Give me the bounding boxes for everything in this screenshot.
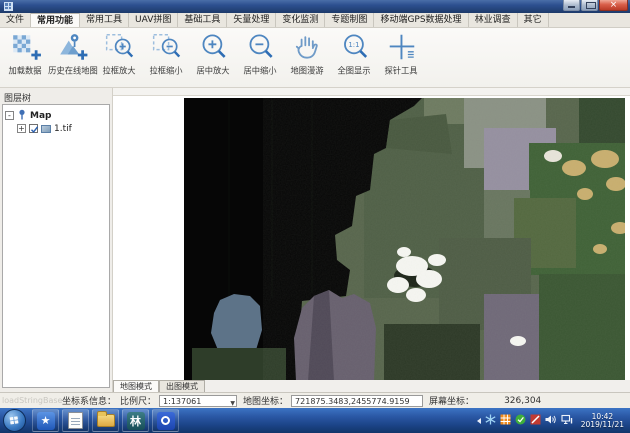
tab-change-detection[interactable]: 变化监测 xyxy=(276,13,325,27)
map-coord-label: 地图坐标： xyxy=(243,394,288,407)
tab-other[interactable]: 其它 xyxy=(518,13,549,27)
svg-text:1:1: 1:1 xyxy=(348,41,359,49)
probe-tool-button[interactable]: 探针工具 xyxy=(378,30,425,77)
volume-icon[interactable] xyxy=(545,414,557,428)
scale-label: 比例尺： xyxy=(120,394,156,407)
app-icon xyxy=(4,2,13,11)
tab-common-functions[interactable]: 常用功能 xyxy=(31,13,80,27)
tool-label: 加载数据 xyxy=(9,65,42,77)
taskbar-forestry-app[interactable]: 林 xyxy=(122,409,149,432)
map-coord-value: 721875.3483,2455774.9159 xyxy=(291,395,423,407)
status-bar: loadStringBaseLayer 坐标系信息： 比例尺： 1:137061… xyxy=(0,392,630,408)
maximize-button[interactable] xyxy=(581,0,598,11)
star-app-icon: ★ xyxy=(37,412,55,430)
box-zoom-out-button[interactable]: 拉框缩小 xyxy=(143,30,190,77)
forestry-app-icon: 林 xyxy=(127,412,145,430)
center-zoom-out-icon xyxy=(245,31,277,63)
show-hidden-icons-arrow[interactable] xyxy=(477,418,481,424)
scale-value: 1:137061 xyxy=(163,397,201,406)
tab-common-tools[interactable]: 常用工具 xyxy=(80,13,129,27)
minimize-button[interactable] xyxy=(563,0,580,11)
tray-green-check-icon[interactable] xyxy=(515,414,526,428)
map-canvas[interactable] xyxy=(113,96,630,380)
taskbar-ring-app[interactable] xyxy=(152,409,179,432)
expand-expander-icon[interactable]: + xyxy=(17,124,26,133)
layer-tree[interactable]: - Map + 1.tif xyxy=(2,104,110,388)
layer-visibility-checkbox[interactable] xyxy=(29,124,38,133)
tool-label: 拉框缩小 xyxy=(150,65,183,77)
load-data-button[interactable]: 加载数据 xyxy=(2,30,49,77)
chevron-down-icon[interactable]: ▼ xyxy=(230,398,235,409)
center-zoom-in-button[interactable]: 居中放大 xyxy=(190,30,237,77)
box-zoom-out-icon xyxy=(151,31,183,63)
close-button[interactable]: × xyxy=(599,0,628,11)
tool-label: 历史在线地图 xyxy=(48,65,98,77)
coord-sys-label: 坐标系信息： xyxy=(62,394,116,407)
view-mode-tabs: 地图模式 出图模式 xyxy=(113,380,205,392)
system-tray: 10:42 2019/11/21 xyxy=(477,413,627,429)
center-zoom-out-button[interactable]: 居中缩小 xyxy=(237,30,284,77)
tool-label: 居中缩小 xyxy=(244,65,277,77)
tool-label: 全图显示 xyxy=(338,65,371,77)
box-zoom-in-icon xyxy=(104,31,136,63)
satellite-map-image[interactable] xyxy=(184,98,625,380)
ribbon-tab-strip: 文件 常用功能 常用工具 UAV拼图 基础工具 矢量处理 变化监测 专题制图 移… xyxy=(0,13,630,28)
notepad-app-icon xyxy=(68,412,83,429)
start-button[interactable] xyxy=(3,409,26,432)
map-panel-top-strip xyxy=(113,88,630,96)
map-pin-icon xyxy=(17,109,27,123)
taskbar-notepad-app[interactable] xyxy=(62,409,89,432)
tray-snowflake-icon[interactable] xyxy=(485,414,496,428)
tab-map-mode[interactable]: 地图模式 xyxy=(113,380,159,392)
tab-vector-processing[interactable]: 矢量处理 xyxy=(227,13,276,27)
ribbon-toolbar: 加载数据 历史在线地图 拉框放大 xyxy=(0,28,630,88)
ring-app-icon xyxy=(157,412,175,430)
collapse-expander-icon[interactable]: - xyxy=(5,111,14,120)
layer-child-label[interactable]: 1.tif xyxy=(54,124,72,134)
title-bar: × xyxy=(0,0,630,13)
windows-taskbar: ★ 林 xyxy=(0,408,630,433)
scale-combobox[interactable]: 1:137061 ▼ xyxy=(159,395,237,407)
tab-basic-tools[interactable]: 基础工具 xyxy=(178,13,227,27)
full-extent-button[interactable]: 1:1 全图显示 xyxy=(331,30,378,77)
tab-forestry-survey[interactable]: 林业调查 xyxy=(469,13,518,27)
taskbar-star-app[interactable]: ★ xyxy=(32,409,59,432)
network-icon[interactable] xyxy=(561,414,573,428)
main-area: 图层树 - Map + 1. xyxy=(0,88,630,392)
layer-panel: 图层树 - Map + 1. xyxy=(0,88,113,392)
tab-uav-mosaic[interactable]: UAV拼图 xyxy=(129,13,178,27)
ghost-text: loadStringBaseLayer xyxy=(2,396,62,405)
pan-button[interactable]: 地图漫游 xyxy=(284,30,331,77)
tab-mobile-gps-data[interactable]: 移动端GPS数据处理 xyxy=(374,13,468,27)
tab-layout-mode[interactable]: 出图模式 xyxy=(159,380,205,392)
history-online-map-icon xyxy=(57,31,89,63)
load-data-icon xyxy=(10,31,42,63)
center-zoom-in-icon xyxy=(198,31,230,63)
pan-hand-icon xyxy=(292,31,324,63)
raster-layer-icon xyxy=(41,125,51,133)
tree-row-tif[interactable]: + 1.tif xyxy=(5,122,107,135)
tool-label: 探针工具 xyxy=(385,65,418,77)
box-zoom-in-button[interactable]: 拉框放大 xyxy=(96,30,143,77)
tab-file[interactable]: 文件 xyxy=(0,13,31,27)
taskbar-clock[interactable]: 10:42 2019/11/21 xyxy=(581,413,624,429)
taskbar-folder-app[interactable] xyxy=(92,409,119,432)
tray-red-flag-icon[interactable] xyxy=(530,414,541,428)
map-panel: 地图模式 出图模式 xyxy=(113,88,630,392)
clock-date: 2019/11/21 xyxy=(581,421,624,429)
tree-row-map[interactable]: - Map xyxy=(5,109,107,122)
history-online-map-button[interactable]: 历史在线地图 xyxy=(49,30,96,77)
folder-icon xyxy=(97,414,115,427)
tab-thematic-mapping[interactable]: 专题制图 xyxy=(325,13,374,27)
layer-root-label[interactable]: Map xyxy=(30,111,51,121)
screen-coord-label: 屏幕坐标： xyxy=(429,394,474,407)
probe-tool-icon xyxy=(386,31,418,63)
tool-label: 居中放大 xyxy=(197,65,230,77)
screen-coord-value: 326,304 xyxy=(504,396,541,406)
tool-label: 地图漫游 xyxy=(291,65,324,77)
full-extent-icon: 1:1 xyxy=(339,31,371,63)
tool-label: 拉框放大 xyxy=(103,65,136,77)
tray-grid-icon[interactable] xyxy=(500,414,511,428)
